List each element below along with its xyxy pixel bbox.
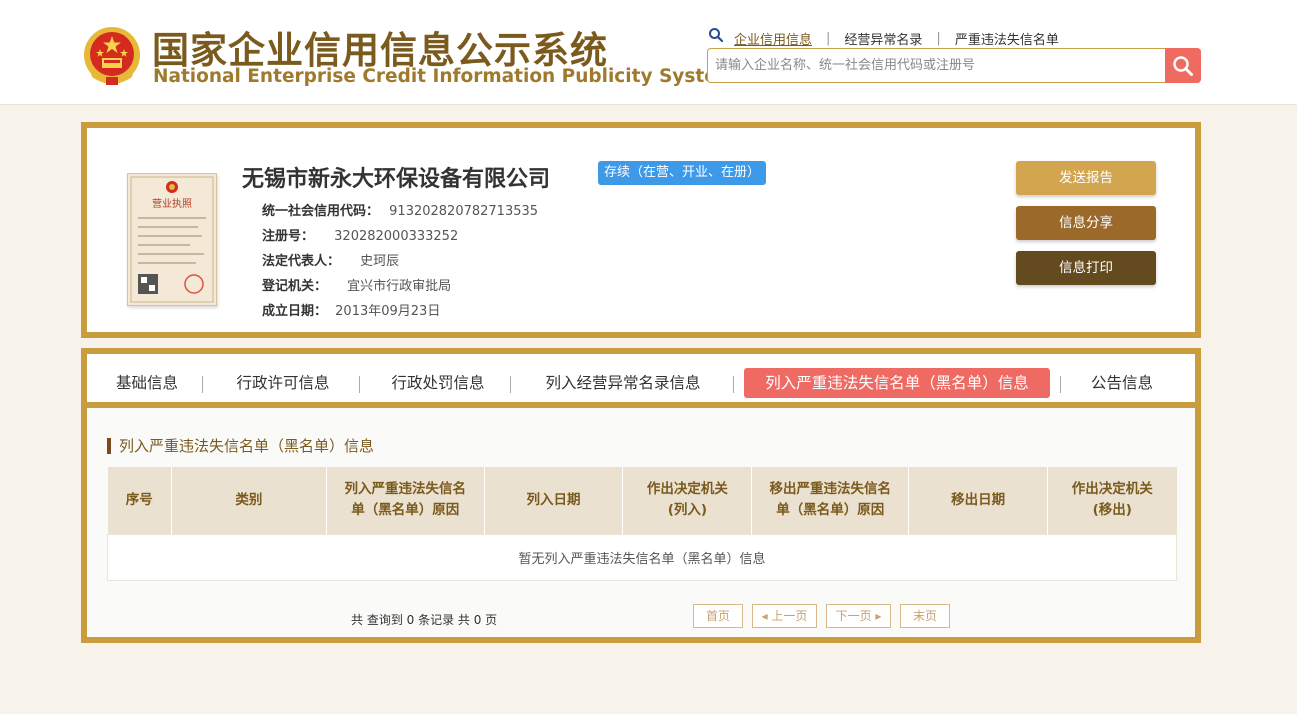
nav-separator: |: [936, 30, 941, 46]
info-label: 注册号：: [262, 229, 315, 244]
column-header-line: 列入严重违法失信名: [344, 481, 466, 498]
tab-separator: [510, 376, 511, 393]
magnifier-icon: [1173, 55, 1193, 76]
share-info-button[interactable]: 信息分享: [1016, 206, 1156, 240]
column-header: 序号: [107, 467, 172, 534]
tab-separator: [202, 376, 203, 393]
nav-link-blacklist[interactable]: 严重违法失信名单: [955, 29, 1059, 48]
tab-admin-license[interactable]: 行政许可信息: [227, 368, 339, 398]
column-header-line: 移出日期: [951, 491, 1006, 508]
info-value: 史珂辰: [360, 254, 400, 269]
column-header: 作出决定机关 (列入): [622, 467, 753, 534]
info-label: 成立日期：: [262, 304, 328, 319]
next-page-label: 下一页: [835, 609, 872, 623]
tab-bar: 基础信息 行政许可信息 行政处罚信息 列入经营异常名录信息 列入严重违法失信名单…: [87, 354, 1195, 408]
search-box: [707, 48, 1201, 83]
chevron-right-icon: ▸: [871, 609, 882, 623]
chevron-left-icon: ◂: [761, 609, 772, 623]
business-license-image: 营业执照: [130, 176, 214, 303]
column-header-line: 序号: [125, 491, 153, 508]
prev-page-label: 上一页: [771, 609, 808, 623]
tab-blacklist[interactable]: 列入严重违法失信名单（黑名单）信息: [744, 368, 1050, 398]
tab-separator: [359, 376, 360, 393]
status-badge: 存续（在营、开业、在册）: [598, 161, 767, 185]
info-legal-rep: 法定代表人： 史珂辰: [262, 250, 399, 269]
search-icon: [709, 28, 724, 43]
tab-basic-info[interactable]: 基础信息: [107, 368, 187, 398]
info-authority: 登记机关： 宜兴市行政审批局: [262, 275, 451, 294]
tab-separator: [733, 376, 734, 393]
business-license-thumbnail[interactable]: 营业执照: [127, 173, 217, 306]
info-established: 成立日期： 2013年09月23日: [262, 300, 440, 319]
table-row: 暂无列入严重违法失信名单（黑名单）信息: [107, 533, 1177, 581]
info-value: 913202820782713535: [389, 204, 539, 219]
national-emblem-icon: [84, 27, 140, 85]
column-header-line: 作出决定机关: [1071, 481, 1153, 498]
tab-admin-penalty[interactable]: 行政处罚信息: [382, 368, 494, 398]
tab-abnormal-list[interactable]: 列入经营异常名录信息: [533, 368, 713, 398]
info-label: 法定代表人：: [262, 254, 341, 269]
column-header-line: 单（黑名单）原因: [351, 502, 460, 519]
info-label: 统一社会信用代码：: [262, 204, 380, 219]
last-page-button[interactable]: 末页: [900, 604, 950, 628]
empty-message: 暂无列入严重违法失信名单（黑名单）信息: [107, 533, 1177, 581]
column-header-line: 移出严重违法失信名: [769, 481, 892, 498]
company-name: 无锡市新永大环保设备有限公司: [242, 167, 551, 192]
site-title-en: National Enterprise Credit Information P…: [153, 66, 737, 87]
company-card: 营业执照 无锡市新永大环保设备有限公司 存续（在营、开业、在册） 统一社会信用代…: [81, 122, 1201, 338]
info-reg-number: 注册号： 320282000333252: [262, 225, 458, 244]
column-header: 列入严重违法失信名 单（黑名单）原因: [326, 467, 485, 534]
column-header: 类别: [171, 467, 327, 534]
column-header: 移出日期: [908, 467, 1049, 534]
column-header: 移出严重违法失信名 单（黑名单）原因: [751, 467, 910, 534]
column-header: 列入日期: [484, 467, 624, 534]
column-header-line: 作出决定机关: [646, 481, 728, 498]
pagination-summary: 共 查询到 0 条记录 共 0 页: [351, 613, 498, 627]
info-value: 320282000333252: [334, 229, 459, 244]
info-credit-code: 统一社会信用代码： 913202820782713535: [262, 200, 538, 219]
info-value: 2013年09月23日: [335, 304, 441, 319]
blacklist-table: 序号 类别 列入严重违法失信名 单（黑名单）原因 列入日期 作出决定机关 (列入) …: [107, 467, 1177, 581]
column-header-line: (移出): [1092, 502, 1132, 519]
column-header-line: (列入): [667, 502, 708, 519]
prev-page-button[interactable]: ◂ 上一页: [752, 604, 817, 628]
first-page-button[interactable]: 首页: [693, 604, 743, 628]
print-info-button[interactable]: 信息打印: [1016, 251, 1156, 285]
license-title: 营业执照: [152, 197, 192, 210]
search-button[interactable]: [1165, 48, 1201, 83]
tab-separator: [1060, 376, 1061, 393]
section-title: 列入严重违法失信名单（黑名单）信息: [107, 438, 374, 454]
info-label: 登记机关：: [262, 279, 328, 294]
tab-announcement[interactable]: 公告信息: [1082, 368, 1162, 398]
column-header-line: 列入日期: [526, 491, 581, 508]
column-header-line: 单（黑名单）原因: [776, 502, 885, 519]
info-value: 宜兴市行政审批局: [347, 279, 452, 294]
table-header-row: 序号 类别 列入严重违法失信名 单（黑名单）原因 列入日期 作出决定机关 (列入) …: [107, 467, 1177, 534]
nav-separator: |: [826, 30, 831, 46]
send-report-button[interactable]: 发送报告: [1016, 161, 1156, 195]
nav-link-abnormal-list[interactable]: 经营异常名录: [844, 29, 922, 48]
column-header: 作出决定机关 (移出): [1047, 467, 1177, 534]
detail-panel: 基础信息 行政许可信息 行政处罚信息 列入经营异常名录信息 列入严重违法失信名单…: [81, 348, 1201, 643]
site-header: 国家企业信用信息公示系统 National Enterprise Credit …: [0, 0, 1297, 105]
top-nav: 企业信用信息 | 经营异常名录 | 严重违法失信名单: [708, 27, 1059, 49]
search-input[interactable]: [709, 50, 1164, 81]
next-page-button[interactable]: 下一页 ▸: [826, 604, 891, 628]
column-header-line: 类别: [235, 491, 263, 508]
nav-link-credit-info[interactable]: 企业信用信息: [734, 29, 812, 48]
